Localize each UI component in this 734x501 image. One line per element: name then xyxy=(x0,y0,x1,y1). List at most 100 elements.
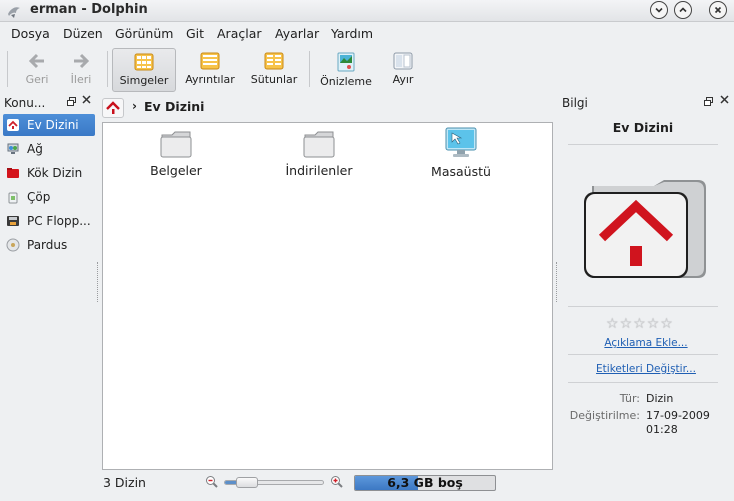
main-toolbar: Geri İleri Simgeler Ayrıntılar Sütunlar xyxy=(0,45,734,93)
columns-view-icon xyxy=(264,52,284,70)
home-icon xyxy=(106,101,120,114)
disc-icon xyxy=(6,238,20,252)
folder-icon xyxy=(303,131,335,158)
file-item-indirilenler[interactable]: İndirilenler xyxy=(259,129,379,178)
menu-dosya[interactable]: Dosya xyxy=(11,26,50,41)
arrow-right-icon xyxy=(74,53,90,69)
star-icon[interactable]: ☆ xyxy=(606,316,620,332)
place-label: Ev Dizini xyxy=(27,118,79,132)
float-icon xyxy=(67,97,76,106)
place-trash[interactable]: Çöp xyxy=(3,186,95,208)
details-view-button[interactable]: Ayrıntılar xyxy=(180,48,240,92)
close-icon xyxy=(82,95,91,104)
file-name: İndirilenler xyxy=(285,163,353,178)
place-network[interactable]: Ağ xyxy=(3,138,95,160)
columns-view-button[interactable]: Sütunlar xyxy=(246,48,302,92)
place-label: Pardus xyxy=(27,238,68,252)
info-panel-title[interactable]: Bilgi xyxy=(562,96,588,110)
split-view-icon xyxy=(393,52,413,70)
left-splitter-handle[interactable] xyxy=(97,262,99,302)
zoom-out-icon[interactable] xyxy=(205,475,219,489)
place-label: Kök Dizin xyxy=(27,166,83,180)
minimize-icon xyxy=(655,7,663,13)
place-home[interactable]: Ev Dizini xyxy=(3,114,95,136)
preview-button[interactable]: Önizleme xyxy=(316,48,376,92)
zoom-in-icon[interactable] xyxy=(330,475,344,489)
maximize-button[interactable] xyxy=(674,1,692,19)
zoom-slider-handle[interactable] xyxy=(235,477,258,488)
desktop-icon xyxy=(445,127,477,157)
place-label: Ağ xyxy=(27,142,43,156)
file-item-belgeler[interactable]: Belgeler xyxy=(116,129,236,178)
close-button[interactable] xyxy=(709,1,727,19)
preview-icon xyxy=(337,52,355,72)
columns-view-label: Sütunlar xyxy=(250,73,298,86)
file-name: Masaüstü xyxy=(431,164,491,179)
preview-label: Önizleme xyxy=(320,75,372,88)
add-comment-link[interactable]: Açıklama Ekle... xyxy=(558,337,734,349)
close-icon xyxy=(720,95,729,104)
menu-yardim[interactable]: Yardım xyxy=(331,26,373,41)
home-icon xyxy=(7,119,19,131)
back-button[interactable]: Geri xyxy=(16,48,58,92)
toolbar-separator-2 xyxy=(309,51,310,87)
floppy-icon xyxy=(7,216,19,226)
place-pardus[interactable]: Pardus xyxy=(3,234,95,256)
window-titlebar[interactable]: erman - Dolphin xyxy=(0,0,734,22)
breadcrumb-current[interactable]: Ev Dizini xyxy=(144,99,204,114)
divider xyxy=(568,382,718,383)
icons-view-label: Simgeler xyxy=(119,74,169,87)
rating-stars[interactable]: ☆☆☆☆☆ xyxy=(606,316,674,332)
modified-date: 17-09-2009 xyxy=(646,409,710,422)
places-close-button[interactable] xyxy=(82,94,91,107)
place-floppy[interactable]: PC Flopp... xyxy=(3,210,95,232)
window-title: erman - Dolphin xyxy=(30,2,148,17)
menu-gorunum[interactable]: Görünüm xyxy=(115,26,173,41)
file-item-masaustu[interactable]: Masaüstü xyxy=(401,126,521,179)
icons-view-button[interactable]: Simgeler xyxy=(112,48,176,92)
minimize-button[interactable] xyxy=(650,1,668,19)
modified-time: 01:28 xyxy=(646,423,678,436)
star-icon[interactable]: ☆ xyxy=(660,316,674,332)
type-value: Dizin xyxy=(646,392,674,405)
free-space-label: 6,3 GB boş xyxy=(387,475,463,490)
star-icon[interactable]: ☆ xyxy=(620,316,634,332)
menu-duzen[interactable]: Düzen xyxy=(63,26,103,41)
place-root[interactable]: Kök Dizin xyxy=(3,162,95,184)
trash-icon xyxy=(8,192,18,204)
root-folder-icon xyxy=(7,168,19,178)
divider xyxy=(568,144,718,145)
close-icon xyxy=(714,6,722,14)
place-label: PC Flopp... xyxy=(27,214,91,228)
folder-icon xyxy=(160,131,192,158)
toolbar-handle[interactable] xyxy=(7,51,8,87)
menu-bar: Dosya Düzen Görünüm Git Araçlar Ayarlar … xyxy=(0,23,734,45)
forward-button[interactable]: İleri xyxy=(62,48,100,92)
split-label: Ayır xyxy=(392,73,414,86)
star-icon[interactable]: ☆ xyxy=(633,316,647,332)
modified-label: Değiştirilme: xyxy=(569,409,640,422)
arrow-left-icon xyxy=(28,53,44,69)
info-float-button[interactable] xyxy=(704,96,713,109)
breadcrumb: › Ev Dizini xyxy=(102,97,552,119)
menu-git[interactable]: Git xyxy=(186,26,204,41)
info-close-button[interactable] xyxy=(720,94,729,107)
file-view[interactable]: Belgeler İndirilenler Masaüstü xyxy=(102,122,553,470)
place-label: Çöp xyxy=(27,190,51,204)
float-icon xyxy=(704,97,713,106)
info-heading: Ev Dizini xyxy=(612,120,674,135)
change-tags-link[interactable]: Etiketleri Değiştir... xyxy=(558,363,734,375)
split-button[interactable]: Ayır xyxy=(384,48,422,92)
menu-araclar[interactable]: Araçlar xyxy=(217,26,262,41)
back-label: Geri xyxy=(25,73,49,86)
network-icon xyxy=(7,143,19,154)
breadcrumb-home-button[interactable] xyxy=(102,98,124,118)
zoom-slider[interactable] xyxy=(224,477,324,488)
menu-ayarlar[interactable]: Ayarlar xyxy=(275,26,319,41)
star-icon[interactable]: ☆ xyxy=(647,316,661,332)
information-panel: Bilgi Ev Dizini ☆☆☆☆☆ Açıklama Ekle... E… xyxy=(558,94,734,499)
places-panel-title[interactable]: Konu... xyxy=(4,96,45,110)
places-float-button[interactable] xyxy=(67,96,76,109)
icons-view-icon xyxy=(134,53,154,71)
free-space-bar[interactable]: 6,3 GB boş xyxy=(354,475,496,491)
